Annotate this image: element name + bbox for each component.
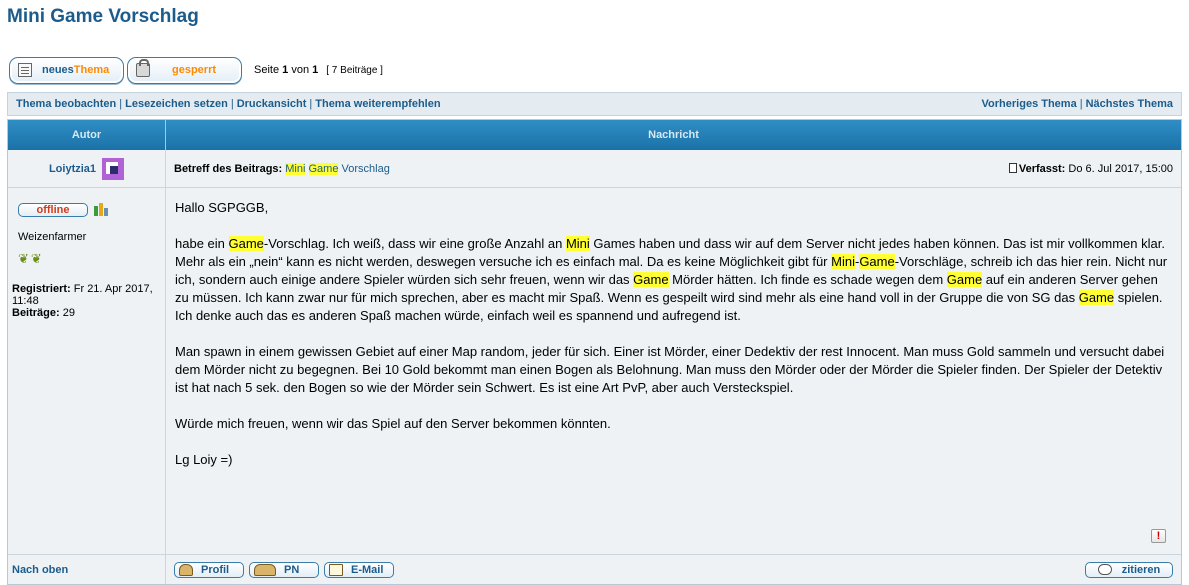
page-total: 1	[312, 64, 319, 76]
subject: Betreff des Beitrags: Mini Game Vorschla…	[174, 162, 390, 175]
table-header: Autor Nachricht	[8, 120, 1181, 150]
posts-info: Beiträge: 29	[12, 307, 161, 319]
subject-label: Betreff des Beitrags:	[174, 162, 283, 175]
status-line: offline	[12, 202, 161, 217]
profile-label: Profil	[201, 563, 230, 576]
post-paragraph-1: habe ein Game-Vorschlag. Ich weiß, dass …	[175, 235, 1172, 325]
posted-date: Do 6. Jul 2017, 15:00	[1068, 162, 1173, 175]
highlight-run: Mini	[565, 236, 590, 251]
registered-info: Registriert: Fr 21. Apr 2017, 11:48	[12, 283, 161, 307]
quote-label: zitieren	[1121, 563, 1161, 576]
message-column-header: Nachricht	[648, 129, 699, 141]
private-message-button[interactable]: PN	[249, 561, 319, 578]
previous-topic-link[interactable]: Vorheriges Thema	[982, 98, 1077, 110]
report-post-icon[interactable]: !	[1151, 529, 1166, 543]
post-signoff: Lg Loiy =)	[175, 452, 233, 467]
page-middle: von	[288, 64, 313, 76]
rank-icon: ❦❦	[18, 251, 44, 266]
subject-word-3: Vorschlag	[341, 162, 390, 175]
new-topic-label-1: neues	[42, 64, 74, 76]
author-column-header: Autor	[8, 120, 166, 150]
author-cell: Loiytzia1	[8, 150, 166, 187]
text-run: habe ein	[175, 236, 229, 251]
posts-value: 29	[62, 307, 75, 319]
speech-bubble-icon	[1097, 564, 1112, 575]
post-body-row: offline Weizenfarmer ❦❦ Registriert: Fr …	[8, 187, 1181, 554]
post-greeting: Hallo SGPGGB,	[175, 200, 269, 215]
page-prefix: Seite	[254, 64, 283, 76]
locked-label: gesperrt	[172, 64, 217, 76]
contact-buttons: Profil PN E-Mail	[174, 561, 399, 578]
highlight-run: Game	[1078, 290, 1115, 305]
bookmark-link[interactable]: Lesezeichen setzen	[125, 98, 228, 110]
separator: |	[309, 98, 313, 110]
page-title[interactable]: Mini Game Vorschlag	[7, 6, 199, 28]
text-run: -Vorschlag. Ich weiß, dass wir eine groß…	[263, 236, 566, 251]
subject-word-2: Game	[308, 162, 339, 175]
user-icon	[179, 563, 193, 576]
next-topic-link[interactable]: Nächstes Thema	[1086, 98, 1173, 110]
post-buttons: Profil PN E-Mail zitieren	[166, 555, 1181, 584]
highlight-run: Game	[228, 236, 264, 251]
posted-label: Verfasst:	[1018, 162, 1066, 175]
recommend-topic-link[interactable]: Thema weiterempfehlen	[315, 98, 440, 110]
subject-link[interactable]: Mini Game Vorschlag	[285, 162, 390, 175]
pagination-info: Seite 1 von 1	[254, 64, 318, 76]
author-name[interactable]: Loiytzia1	[49, 163, 96, 175]
post-footer-row: Nach oben Profil PN E-Mail zitieren	[8, 554, 1181, 584]
new-topic-button[interactable]: neues Thema	[9, 56, 124, 84]
posts-label: Beiträge:	[12, 307, 60, 319]
status-badge: offline	[18, 203, 88, 217]
email-label: E-Mail	[351, 563, 384, 576]
posted-info: Verfasst: Do 6. Jul 2017, 15:00	[1008, 162, 1173, 175]
registered-label: Registriert:	[12, 283, 71, 295]
users-icon	[254, 563, 276, 576]
navbar-left: Thema beobachten | Lesezeichen setzen | Druc…	[16, 98, 441, 110]
text-run: Mörder hätten. Ich finde es schade wegen…	[668, 272, 947, 287]
post-paragraph-2: Man spawn in einem gewissen Gebiet auf e…	[175, 344, 1165, 395]
back-to-top-link[interactable]: Nach oben	[12, 564, 68, 576]
lock-icon	[136, 59, 150, 77]
subject-cell: Betreff des Beitrags: Mini Game Vorschla…	[166, 150, 1181, 187]
profile-button[interactable]: Profil	[174, 561, 244, 578]
post-paragraph-3: Würde mich freuen, wenn wir das Spiel au…	[175, 416, 611, 431]
post-table: Autor Nachricht Loiytzia1 Betreff des Be…	[7, 119, 1182, 585]
print-view-link[interactable]: Druckansicht	[237, 98, 307, 110]
locked-button[interactable]: gesperrt	[127, 56, 242, 84]
author-profile-cell: offline Weizenfarmer ❦❦ Registriert: Fr …	[8, 188, 166, 554]
document-icon	[18, 63, 32, 77]
back-to-top-cell: Nach oben	[8, 555, 166, 584]
separator: |	[230, 98, 234, 110]
mail-icon	[329, 563, 343, 576]
watch-topic-link[interactable]: Thema beobachten	[16, 98, 116, 110]
new-topic-label-2: Thema	[73, 64, 110, 76]
post-icon	[1008, 162, 1017, 173]
quote-button[interactable]: zitieren	[1085, 561, 1173, 578]
pm-label: PN	[284, 563, 300, 576]
highlight-run: Game	[946, 272, 983, 287]
post-count: [ 7 Beiträge ]	[326, 64, 383, 76]
avatar	[102, 157, 125, 180]
level-bars-icon	[94, 202, 110, 216]
highlight-run: Mini	[831, 254, 855, 269]
navbar-right: Vorheriges Thema | Nächstes Thema	[982, 98, 1173, 110]
rank-title: Weizenfarmer	[18, 231, 87, 243]
topic-actions: neues Thema gesperrt Seite 1 von 1 [ 7 Be…	[9, 56, 383, 84]
highlight-run: Game	[633, 272, 669, 287]
post-subject-row: Loiytzia1 Betreff des Beitrags: Mini Gam…	[8, 150, 1181, 187]
post-content: Hallo SGPGGB, habe ein Game-Vorschlag. I…	[166, 188, 1181, 554]
highlight-run: Game	[859, 254, 895, 269]
separator: |	[1079, 98, 1083, 110]
topic-navbar: Thema beobachten | Lesezeichen setzen | Druc…	[7, 92, 1182, 116]
separator: |	[119, 98, 123, 110]
email-button[interactable]: E-Mail	[324, 561, 394, 578]
subject-word-1: Mini	[285, 162, 306, 175]
